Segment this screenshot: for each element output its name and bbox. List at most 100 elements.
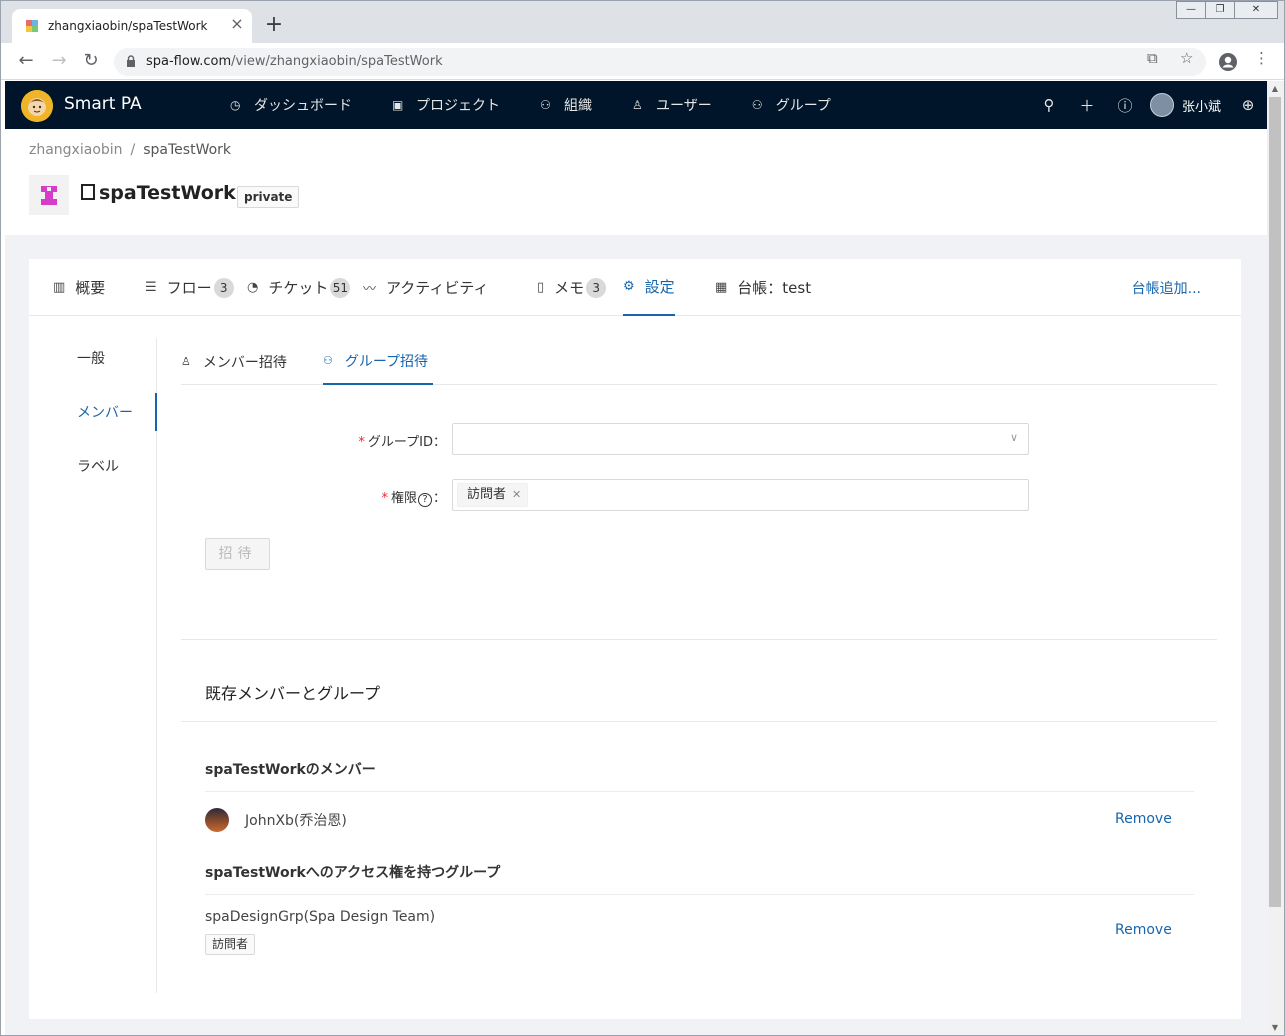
tab-overview-label: 概要 xyxy=(75,279,106,297)
tab-settings[interactable]: ⚙ 設定 xyxy=(623,259,675,316)
restore-icon[interactable]: ❐ xyxy=(1205,1,1235,19)
url-host: spa-flow.com xyxy=(146,54,232,69)
profile-icon[interactable] xyxy=(1218,52,1238,72)
nav-dashboard[interactable]: ◷ ダッシュボード xyxy=(230,81,372,129)
tab-member-invite[interactable]: ♙ メンバー招待 xyxy=(181,338,287,385)
table-icon: ▦ xyxy=(715,280,728,295)
row-divider xyxy=(205,894,1194,895)
side-item-general[interactable]: 一般 xyxy=(77,348,105,368)
browser-window: zhangxiaobin/spaTestWork × + — ❐ ✕ ← → ↻… xyxy=(0,0,1285,1036)
user-menu[interactable]: 张小斌 xyxy=(1149,93,1221,117)
section-divider xyxy=(181,721,1217,722)
tab-memo-label: メモ xyxy=(554,279,585,297)
tab-flow[interactable]: ☰ フロー 3 xyxy=(145,259,234,316)
settings-side-menu: 一般 メンバー ラベル xyxy=(29,338,157,993)
group-id-select[interactable]: ∨ xyxy=(452,423,1029,455)
url-text: spa-flow.com/view/zhangxiaobin/spaTestWo… xyxy=(146,54,443,69)
vertical-scrollbar[interactable]: ▲ ▼ xyxy=(1267,81,1284,1035)
scroll-down-icon[interactable]: ▼ xyxy=(1270,1023,1280,1033)
address-bar[interactable]: spa-flow.com/view/zhangxiaobin/spaTestWo… xyxy=(114,48,1206,76)
back-icon[interactable]: ← xyxy=(14,50,38,74)
add-icon[interactable]: ＋ xyxy=(1068,95,1106,116)
avatar xyxy=(1149,93,1174,117)
url-path: /view/zhangxiaobin/spaTestWork xyxy=(231,54,443,69)
main-nav: ◷ ダッシュボード ▣ プロジェクト ⚇ 組織 ♙ ユーザー ⚇ グループ xyxy=(230,81,871,129)
username: 张小斌 xyxy=(1181,99,1221,115)
tab-ticket-count: 51 xyxy=(330,277,351,298)
side-active-indicator xyxy=(155,393,157,431)
app-header: Smart PA ◷ ダッシュボード ▣ プロジェクト ⚇ 組織 ♙ ユーザー ⚇ グルー… xyxy=(5,81,1267,129)
nav-group[interactable]: ⚇ グループ xyxy=(752,81,851,129)
app-logo-icon[interactable] xyxy=(21,90,53,122)
breadcrumb-owner[interactable]: zhangxiaobin xyxy=(29,142,123,158)
help-circle-icon[interactable]: ? xyxy=(417,493,432,507)
window-close-icon[interactable]: ✕ xyxy=(1234,1,1278,19)
scroll-up-icon[interactable]: ▲ xyxy=(1270,84,1280,94)
browser-menu-icon[interactable]: ⋮ xyxy=(1254,49,1269,67)
minimize-icon[interactable]: — xyxy=(1176,1,1206,19)
breadcrumb-repo[interactable]: spaTestWork xyxy=(143,142,231,158)
tab-close-icon[interactable]: × xyxy=(228,15,246,33)
memo-icon: ▯ xyxy=(537,280,545,295)
tab-memo-count: 3 xyxy=(586,277,607,298)
row-divider xyxy=(205,791,1194,792)
forward-icon[interactable]: → xyxy=(47,50,71,74)
required-mark: * xyxy=(358,435,365,450)
required-mark: * xyxy=(381,491,388,506)
tab-ledger[interactable]: ▦ 台帳：test xyxy=(715,259,811,316)
tab-title: zhangxiaobin/spaTestWork xyxy=(48,19,208,33)
breadcrumb: zhangxiaobin / spaTestWork xyxy=(29,142,231,158)
lock-icon xyxy=(127,55,135,67)
user-icon: ♙ xyxy=(632,98,643,112)
translate-icon[interactable]: ⧉ xyxy=(1147,49,1158,67)
gear-icon: ⚙ xyxy=(623,279,635,294)
remove-group-button[interactable]: Remove xyxy=(1115,922,1172,938)
tab-overview[interactable]: ▥ 概要 xyxy=(53,259,105,316)
project-avatar-icon xyxy=(29,175,69,215)
tab-memo[interactable]: ▯ メモ 3 xyxy=(537,259,607,316)
remove-member-button[interactable]: Remove xyxy=(1115,811,1172,827)
tab-ticket[interactable]: ◔ チケット 51 xyxy=(247,259,351,316)
invite-subtabs: ♙ メンバー招待 ⚇ グループ招待 xyxy=(181,338,1217,385)
permission-select[interactable]: 訪問者 ✕ xyxy=(452,479,1029,511)
repo-icon xyxy=(81,184,95,200)
add-ledger-link[interactable]: 台帳追加... xyxy=(1132,278,1201,298)
chevron-down-icon: ∨ xyxy=(1009,431,1018,444)
section-divider xyxy=(181,639,1217,640)
nav-organization[interactable]: ⚇ 組織 xyxy=(540,81,612,129)
nav-user-label: ユーザー xyxy=(656,98,712,114)
window-controls: — ❐ ✕ xyxy=(1176,1,1278,19)
tab-activity[interactable]: 〰アクティビティ xyxy=(363,259,488,316)
page: zhangxiaobin / spaTestWork spaTestWork pri… xyxy=(5,129,1267,1035)
tab-flow-label: フロー xyxy=(166,279,212,297)
visibility-badge: private xyxy=(237,186,300,208)
groups-title: spaTestWorkへのアクセス権を持つグループ xyxy=(205,865,501,881)
tab-group-invite[interactable]: ⚇ グループ招待 xyxy=(323,338,433,385)
tab-ledger-label: 台帳：test xyxy=(737,279,812,297)
ticket-icon: ◔ xyxy=(247,280,259,295)
label-colon: ： xyxy=(432,491,446,506)
project-icon: ▣ xyxy=(392,98,404,112)
side-item-members[interactable]: メンバー xyxy=(77,402,133,422)
nav-project[interactable]: ▣ プロジェクト xyxy=(392,81,520,129)
app-brand[interactable]: Smart PA xyxy=(64,94,142,114)
tag-close-icon[interactable]: ✕ xyxy=(512,488,521,501)
scroll-thumb[interactable] xyxy=(1269,97,1281,907)
bookmark-star-icon[interactable]: ☆ xyxy=(1180,49,1193,67)
search-icon[interactable]: ⚲ xyxy=(1030,96,1068,114)
group-name: spaDesignGrp(Spa Design Team) xyxy=(205,909,436,925)
activity-icon: 〰 xyxy=(363,282,377,297)
browser-tab[interactable]: zhangxiaobin/spaTestWork × xyxy=(12,9,252,43)
nav-user[interactable]: ♙ ユーザー xyxy=(632,81,732,129)
invite-button[interactable]: 招待 xyxy=(205,538,270,570)
member-name: JohnXb(乔治恩) xyxy=(245,813,347,829)
side-item-labels[interactable]: ラベル xyxy=(77,456,119,476)
language-globe-icon[interactable]: ⊕ xyxy=(1229,96,1267,114)
chart-icon: ▥ xyxy=(53,280,66,295)
reload-icon[interactable]: ↻ xyxy=(79,50,103,74)
help-icon[interactable]: ⓘ xyxy=(1106,95,1144,116)
new-tab-button[interactable]: + xyxy=(263,14,285,37)
settings-card: ▥ 概要 ☰ フロー 3 ◔ チケット 51 〰アクティビティ ▯ メモ 3 ⚙ 設定 ▦ 台帳：… xyxy=(29,259,1241,1019)
existing-title: 既存メンバーとグループ xyxy=(205,684,381,703)
header-actions: ⚲ ＋ ⓘ 张小斌 ⊕ xyxy=(1030,81,1267,129)
